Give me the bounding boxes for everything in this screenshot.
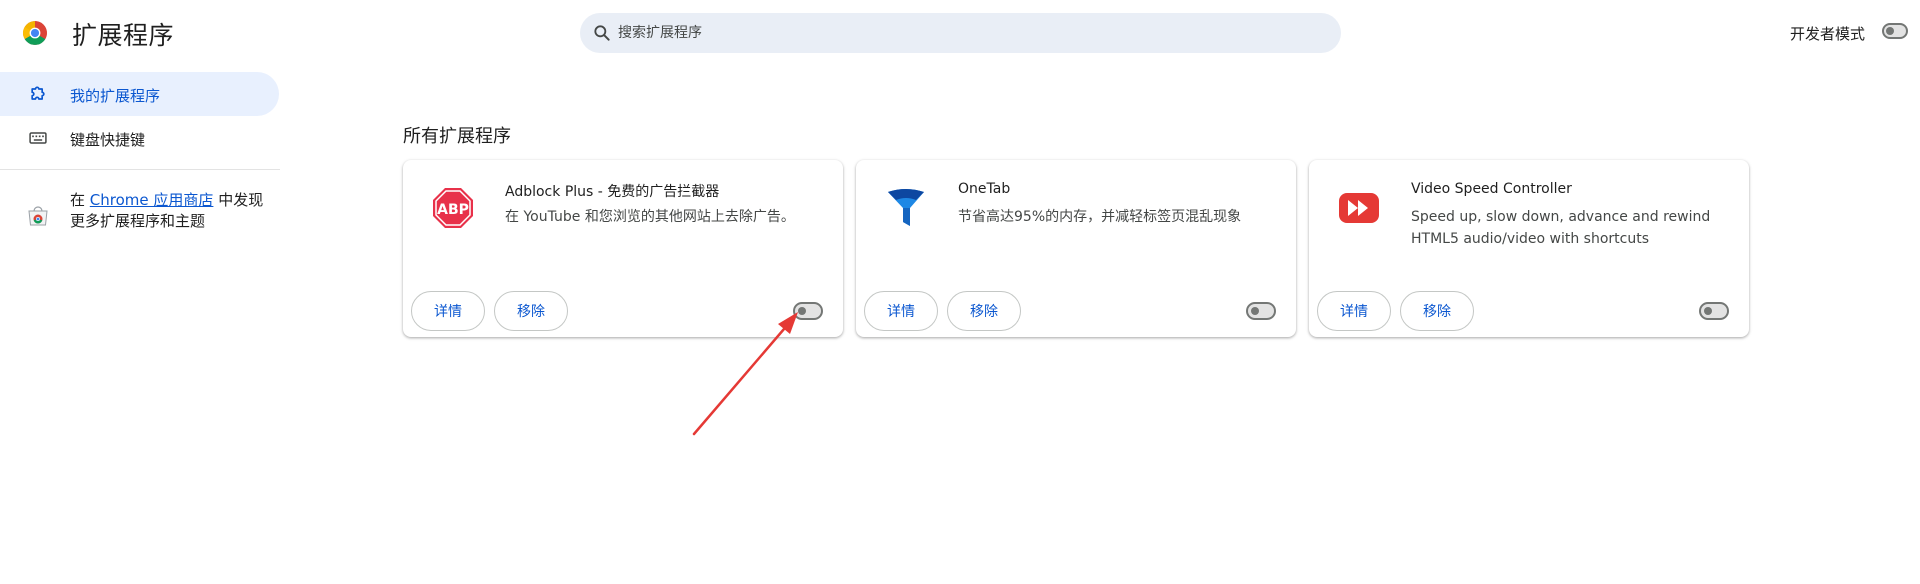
extension-description: 在 YouTube 和您浏览的其他网站上去除广告。 (505, 209, 795, 225)
video-speed-icon (1339, 193, 1379, 223)
dev-mode-toggle[interactable] (1882, 23, 1908, 39)
extension-card-onetab: OneTab 节省高达95%的内存，并减轻标签页混乱现象 详情 移除 (856, 160, 1296, 337)
sidebar-item-my-extensions[interactable]: 我的扩展程序 (0, 72, 279, 116)
chrome-web-store-icon (28, 206, 48, 226)
toggle-knob (1704, 307, 1712, 315)
extension-name: Adblock Plus - 免费的广告拦截器 (505, 184, 720, 200)
extension-enable-toggle[interactable] (1246, 302, 1276, 320)
extension-card-video-speed-controller: Video Speed Controller Speed up, slow do… (1309, 160, 1749, 337)
remove-button[interactable]: 移除 (494, 291, 568, 331)
search-bar[interactable] (580, 13, 1341, 53)
extension-name: OneTab (958, 181, 1011, 197)
remove-button[interactable]: 移除 (947, 291, 1021, 331)
search-icon (594, 25, 610, 41)
annotation-arrow-icon (692, 312, 798, 436)
search-input[interactable] (616, 13, 1316, 53)
sidebar-divider (0, 169, 280, 170)
page-title: 扩展程序 (72, 21, 175, 50)
header: 扩展程序 开发者模式 (0, 0, 1920, 64)
remove-button[interactable]: 移除 (1400, 291, 1474, 331)
section-title: 所有扩展程序 (403, 126, 511, 147)
toggle-knob (1886, 27, 1894, 35)
details-button[interactable]: 详情 (864, 291, 938, 331)
extension-description: 节省高达95%的内存，并减轻标签页混乱现象 (958, 209, 1242, 225)
chrome-web-store-link[interactable]: Chrome 应用商店 (90, 191, 214, 209)
sidebar-item-keyboard-shortcuts[interactable]: 键盘快捷键 (0, 116, 279, 160)
webstore-promo-text: 在 Chrome 应用商店 中发现更多扩展程序和主题 (70, 190, 270, 232)
extension-enable-toggle[interactable] (1699, 302, 1729, 320)
abp-icon: ABP (433, 188, 473, 228)
store-prefix-text: 在 (70, 191, 86, 209)
webstore-promo: 在 Chrome 应用商店 中发现更多扩展程序和主题 (0, 190, 280, 240)
keyboard-icon (29, 132, 47, 144)
dev-mode-label: 开发者模式 (1790, 25, 1866, 43)
toggle-knob (1251, 307, 1259, 315)
svg-text:ABP: ABP (437, 202, 469, 218)
extension-description: Speed up, slow down, advance and rewind … (1411, 209, 1711, 247)
details-button[interactable]: 详情 (1317, 291, 1391, 331)
extension-name: Video Speed Controller (1411, 181, 1572, 197)
sidebar-item-label: 键盘快捷键 (70, 131, 146, 149)
puzzle-icon (31, 86, 45, 100)
sidebar-item-label: 我的扩展程序 (70, 87, 161, 105)
chrome-logo-icon (23, 21, 47, 45)
sidebar: 我的扩展程序 键盘快捷键 在 Chrome 应用商店 中发现更多扩展程序和主题 (0, 64, 280, 584)
onetab-funnel-icon (888, 189, 924, 226)
details-button[interactable]: 详情 (411, 291, 485, 331)
